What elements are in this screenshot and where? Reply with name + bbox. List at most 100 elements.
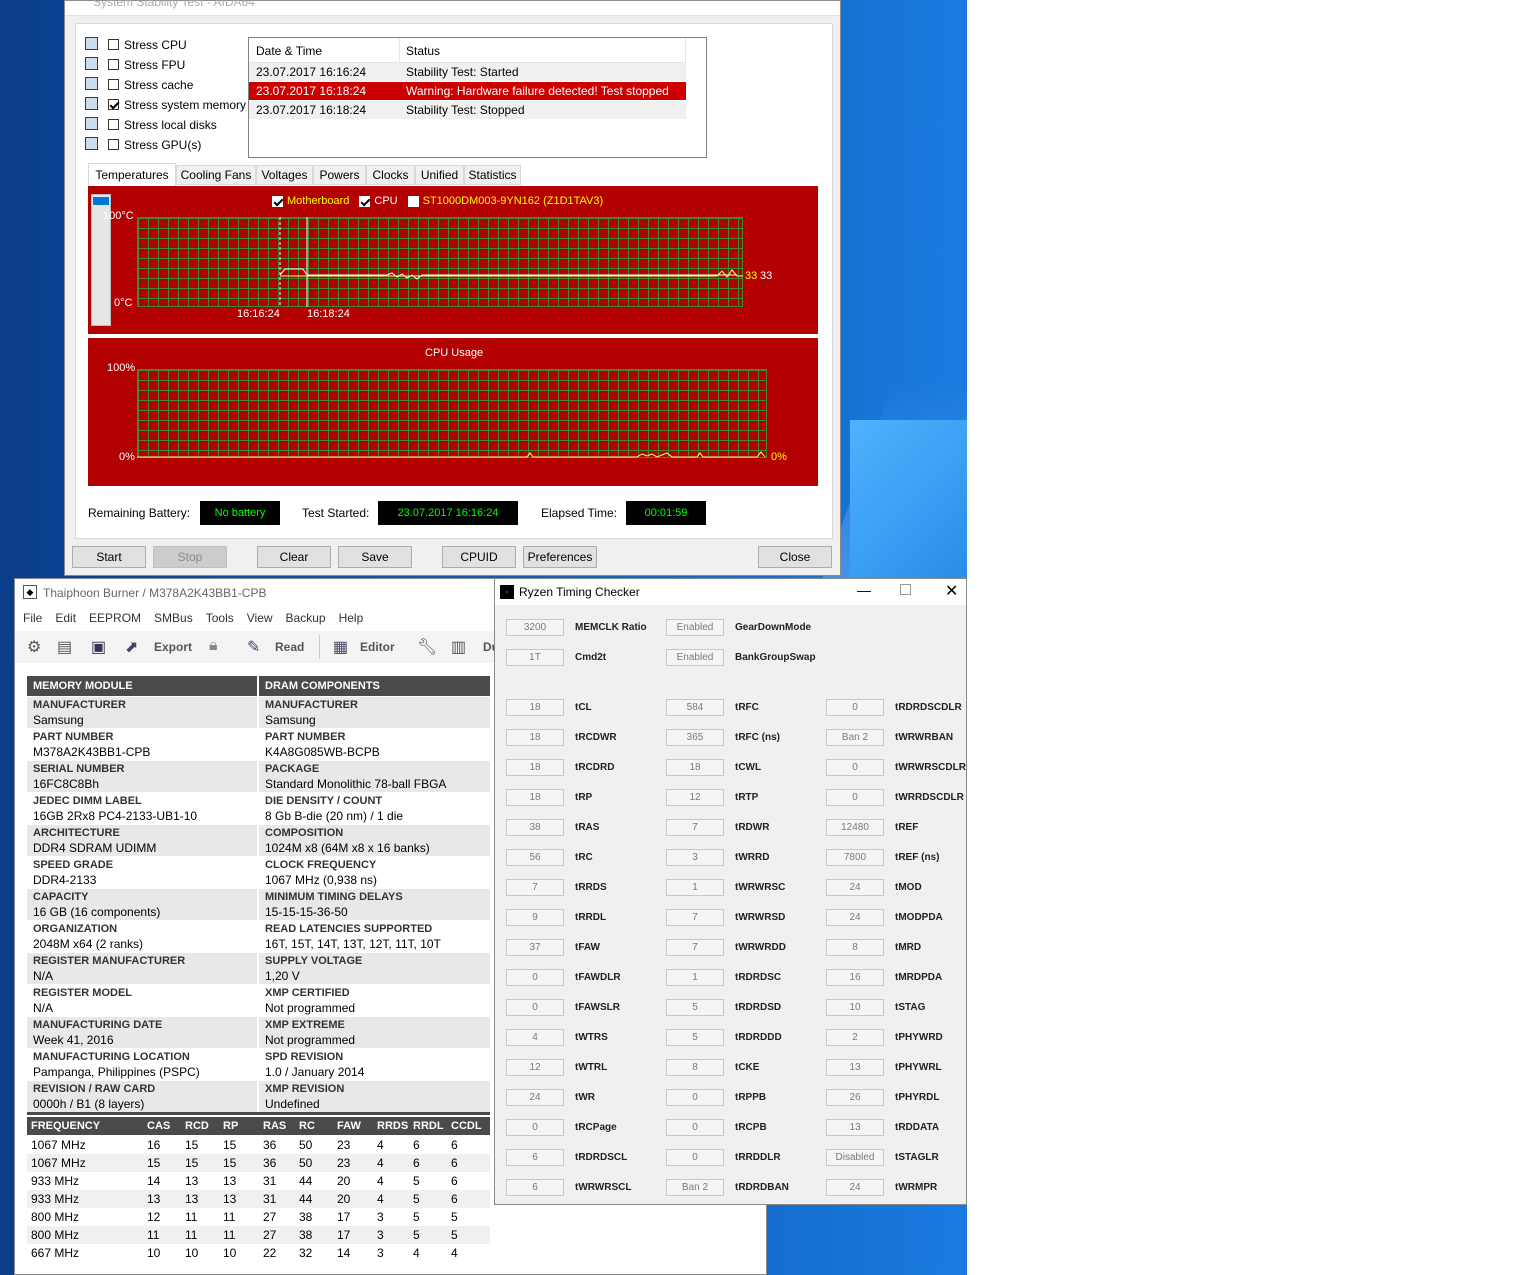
divider: [27, 1112, 490, 1115]
rtc-value-box: 584: [666, 699, 724, 716]
property-label: PART NUMBER: [265, 731, 346, 743]
menu-smbus[interactable]: SMBus: [154, 611, 202, 625]
stress-checkbox[interactable]: [108, 59, 119, 70]
menu-view[interactable]: View: [247, 611, 282, 625]
title-bar[interactable]: System Stability Test - AIDA64: [65, 0, 840, 16]
editor-button[interactable]: Editor: [360, 640, 395, 654]
log-row[interactable]: 23.07.2017 16:16:24 Stability Test: Start…: [249, 63, 686, 81]
rtc-value-box: 6: [506, 1149, 564, 1166]
cpuid-button[interactable]: CPUID: [442, 546, 516, 568]
rtc-label: tCWL: [735, 762, 762, 773]
legend-checkbox[interactable]: [272, 195, 283, 207]
frequency-cell: 11: [185, 1210, 198, 1224]
tab-clocks[interactable]: Clocks: [366, 165, 415, 185]
export-button[interactable]: Export: [154, 640, 192, 654]
menu-file[interactable]: File: [23, 611, 51, 625]
legend-checkbox[interactable]: [359, 195, 371, 207]
stress-checkbox[interactable]: [108, 139, 119, 150]
book-icon[interactable]: ▥: [451, 637, 466, 657]
tab-temperatures[interactable]: Temperatures: [88, 163, 176, 186]
frequency-row: 800 MHz 11 11 11 27 38 17 3 5 5: [27, 1226, 490, 1244]
property-value: Week 41, 2016: [33, 1033, 114, 1047]
stress-option[interactable]: Stress GPU(s): [83, 137, 253, 155]
frequency-cell: 4: [377, 1156, 384, 1170]
rtc-label: tRFC: [735, 702, 759, 713]
rtc-label: tRDRDSC: [735, 972, 782, 983]
stress-checkbox[interactable]: [108, 119, 119, 130]
col-date-time[interactable]: Date & Time: [256, 44, 322, 58]
property-row: PART NUMBER K4A8G085WB-BCPB: [259, 729, 490, 760]
stop-button[interactable]: Stop: [153, 546, 227, 568]
save-button[interactable]: Save: [338, 546, 412, 568]
rtc-value-box: 5: [666, 1029, 724, 1046]
property-value: 16FC8C8Bh: [33, 777, 100, 791]
stress-option[interactable]: Stress local disks: [83, 117, 253, 135]
gear-icon[interactable]: ⚙: [27, 637, 41, 657]
rtc-value-box: Ban 2: [666, 1179, 724, 1196]
frequency-row: 1067 MHz 15 15 15 36 50 23 4 6 6: [27, 1154, 490, 1172]
tab-voltages[interactable]: Voltages: [256, 165, 313, 185]
app-icon: [500, 585, 514, 599]
maximize-icon[interactable]: [900, 584, 911, 595]
legend-item[interactable]: ST1000DM003-9YN162 (Z1D1TAV3): [407, 195, 603, 207]
lock-icon[interactable]: 🔒︎: [209, 637, 218, 655]
rtc-label: tWTRS: [575, 1032, 608, 1043]
property-row: MANUFACTURER Samsung: [27, 697, 257, 728]
menu-edit[interactable]: Edit: [55, 611, 85, 625]
tab-powers[interactable]: Powers: [313, 165, 366, 185]
property-row: MANUFACTURING LOCATION Pampanga, Philippi…: [27, 1049, 257, 1080]
rtc-value-box: 3200: [506, 619, 564, 636]
close-icon[interactable]: ✕: [945, 581, 958, 601]
menu-backup[interactable]: Backup: [286, 611, 335, 625]
col-status[interactable]: Status: [406, 44, 440, 58]
rtc-value-box: 8: [826, 939, 884, 956]
read-icon[interactable]: ✎: [247, 637, 260, 657]
wrench-icon[interactable]: 🔧︎: [417, 637, 437, 657]
stress-option[interactable]: Stress system memory: [83, 97, 253, 115]
rtc-value-box: Ban 2: [826, 729, 884, 746]
rtc-label: tWRRDSCDLR: [895, 792, 964, 803]
menu-eeprom[interactable]: EEPROM: [89, 611, 150, 625]
tab-unified[interactable]: Unified: [415, 165, 464, 185]
frequency-cell: 38: [299, 1210, 313, 1224]
clear-button[interactable]: Clear: [257, 546, 331, 568]
frequency-col-header: RRDS: [377, 1120, 409, 1132]
legend-item[interactable]: Motherboard: [272, 195, 349, 207]
stress-option[interactable]: Stress CPU: [83, 37, 253, 55]
stress-checkbox[interactable]: [108, 79, 119, 90]
property-value: 1,20 V: [265, 969, 300, 983]
open-folder-icon[interactable]: ▤: [57, 637, 72, 657]
log-table[interactable]: Date & Time Status 23.07.2017 16:16:24 St…: [248, 37, 707, 158]
stress-option[interactable]: Stress FPU: [83, 57, 253, 75]
frequency-cell: 32: [299, 1246, 313, 1260]
frequency-cell: 14: [147, 1174, 161, 1188]
tab-statistics[interactable]: Statistics: [464, 165, 521, 185]
rtc-value-box: 7: [666, 939, 724, 956]
scrollbar-thumb[interactable]: [93, 197, 109, 205]
close-button[interactable]: Close: [758, 546, 832, 568]
property-row: XMP CERTIFIED Not programmed: [259, 985, 490, 1016]
log-row[interactable]: 23.07.2017 16:18:24 Stability Test: Stopp…: [249, 101, 686, 119]
title-bar[interactable]: Ryzen Timing Checker — ✕: [495, 579, 966, 605]
stress-option[interactable]: Stress cache: [83, 77, 253, 95]
property-value: 16GB 2Rx8 PC4-2133-UB1-10: [33, 809, 198, 823]
stress-checkbox[interactable]: [108, 39, 119, 50]
stress-checkbox[interactable]: [108, 99, 119, 110]
temperature-legend: Motherboard CPU ST1000DM003-9YN162 (Z1D1TA…: [272, 195, 603, 207]
export-icon[interactable]: ⬈: [125, 637, 138, 657]
frequency-row: 800 MHz 12 11 11 27 38 17 3 5 5: [27, 1208, 490, 1226]
property-label: ORGANIZATION: [33, 923, 118, 935]
tab-cooling-fans[interactable]: Cooling Fans: [176, 165, 256, 185]
memory-module-header: MEMORY MODULE: [27, 676, 257, 696]
menu-help[interactable]: Help: [339, 611, 373, 625]
start-button[interactable]: Start: [72, 546, 146, 568]
legend-item[interactable]: CPU: [359, 195, 398, 207]
minimize-icon[interactable]: —: [857, 582, 871, 598]
save-disk-icon[interactable]: ▣: [91, 637, 106, 657]
preferences-button[interactable]: Preferences: [523, 546, 597, 568]
legend-checkbox[interactable]: [407, 195, 419, 207]
log-row[interactable]: 23.07.2017 16:18:24 Warning: Hardware fai…: [249, 82, 686, 100]
read-button[interactable]: Read: [275, 640, 304, 654]
editor-icon[interactable]: ▦: [333, 637, 348, 657]
menu-tools[interactable]: Tools: [206, 611, 243, 625]
